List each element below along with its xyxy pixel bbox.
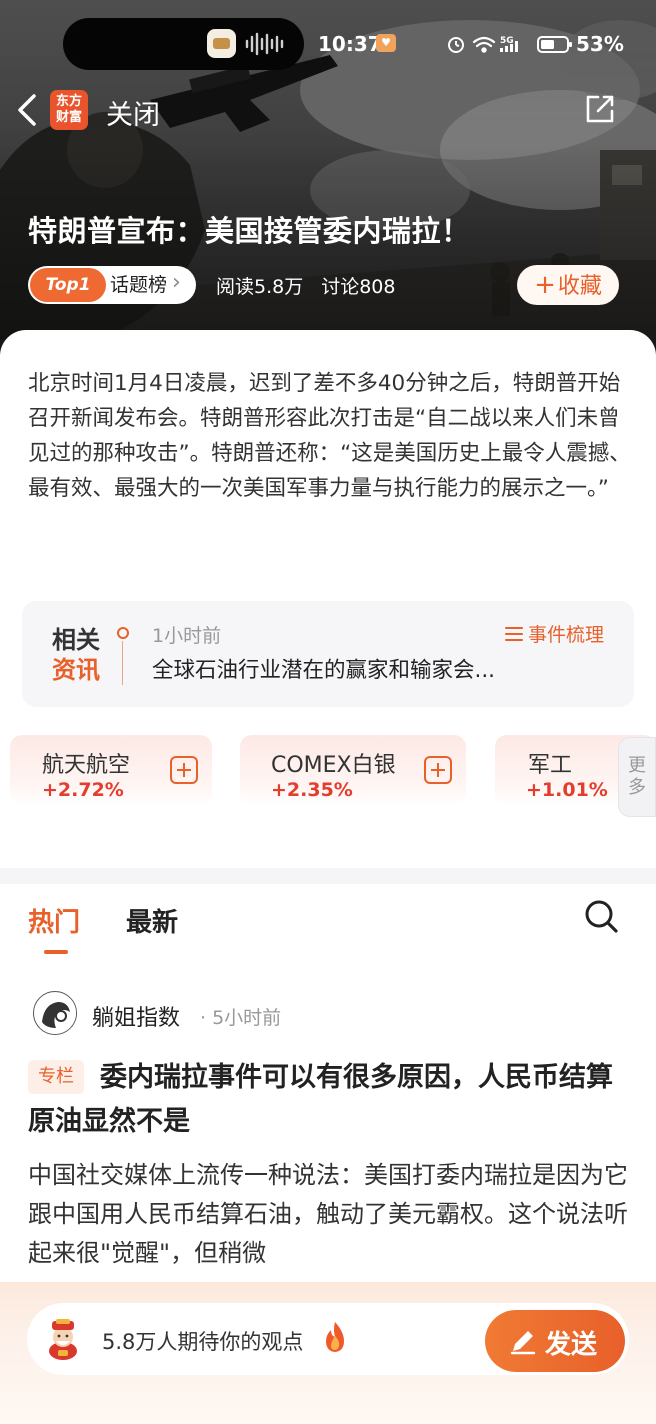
stock-change: +1.01% (526, 779, 608, 801)
fire-icon (326, 1322, 344, 1352)
tab-latest[interactable]: 最新 (126, 902, 178, 939)
rank-badge: Top1 (30, 268, 106, 302)
post-title[interactable]: 委内瑞拉事件可以有很多原因，人民币结算原油显然不是 (28, 1056, 628, 1144)
app-activity-icon (207, 29, 236, 58)
related-news-time: 1小时前 (152, 625, 222, 647)
battery-percent: 53% (576, 32, 624, 56)
comment-prompt: 5.8万人期待你的观点 (102, 1330, 304, 1354)
status-time: 10:37 (318, 32, 382, 56)
timeline-dot-icon (117, 627, 129, 639)
list-icon (505, 627, 523, 641)
alarm-icon (448, 37, 464, 53)
eastmoney-logo: 东方 财富 (50, 90, 88, 130)
stock-name: 航天航空 (42, 753, 131, 778)
topic-board-label: 话题榜 (110, 274, 168, 296)
back-arrow-icon[interactable] (12, 92, 42, 128)
logo-text-1: 东方 (55, 94, 82, 109)
timeline-line (122, 641, 123, 685)
related-tag-line2: 资讯 (52, 656, 100, 684)
add-watchlist-icon[interactable] (170, 756, 198, 784)
battery-icon (537, 36, 572, 53)
more-label-1: 更 (628, 755, 646, 776)
discussion-count: 讨论808 (321, 276, 396, 298)
avatar-image (35, 993, 76, 1034)
author-name[interactable]: 躺姐指数 (92, 1000, 180, 1032)
dynamic-island (63, 18, 304, 70)
active-tab-indicator (44, 950, 68, 954)
intro-text: 北京时间1月4日凌晨，迟到了差不多40分钟之后，特朗普开始召开新闻发布会。特朗普… (28, 371, 631, 501)
stock-change: +2.72% (42, 779, 124, 801)
wifi-icon (472, 36, 496, 53)
favorite-label: 收藏 (557, 274, 602, 299)
topic-rank-pill[interactable]: Top1 话题榜 (28, 266, 196, 304)
stock-chip[interactable]: COMEX白银 +2.35% (240, 735, 466, 805)
event-timeline-link[interactable]: 事件梳理 (504, 620, 604, 647)
topic-stats: 阅读5.8万 讨论808 (216, 272, 395, 299)
logo-text-2: 财富 (55, 110, 82, 125)
health-icon: ♥ (376, 34, 396, 52)
close-button[interactable]: 关闭 (106, 93, 160, 132)
status-icons: 5G (448, 36, 572, 53)
audio-wave-icon (245, 32, 284, 56)
search-icon[interactable] (583, 898, 619, 934)
plus-icon: + (534, 270, 556, 300)
stock-name: COMEX白银 (271, 753, 396, 778)
send-button[interactable]: 发送 (485, 1310, 625, 1372)
topic-title: 特朗普宣布：美国接管委内瑞拉！ (28, 214, 471, 248)
share-icon[interactable] (584, 93, 616, 125)
chevron-right-icon: › (172, 270, 181, 295)
post-excerpt[interactable]: 中国社交媒体上流传一种说法：美国打委内瑞拉是因为它跟中国用人民币结算石油，触动了… (28, 1156, 628, 1273)
more-stocks-button[interactable]: 更 多 (618, 737, 656, 817)
post-time: · 5小时前 (200, 1007, 282, 1029)
stock-chip[interactable]: 航天航空 +2.72% (10, 735, 212, 805)
stock-change: +2.35% (271, 779, 353, 801)
related-news-headline[interactable]: 全球石油行业潜在的赢家和输家会... (152, 653, 552, 684)
event-timeline-label: 事件梳理 (528, 624, 605, 646)
stock-name: 军工 (528, 753, 573, 778)
fortune-god-icon (49, 1319, 77, 1360)
send-label: 发送 (545, 1330, 598, 1360)
section-divider (0, 868, 656, 884)
related-news-tag: 相关 资讯 (52, 625, 104, 685)
author-avatar[interactable] (33, 991, 77, 1035)
read-count: 阅读5.8万 (216, 276, 304, 298)
more-label-2: 多 (628, 777, 646, 798)
tab-hot[interactable]: 热门 (28, 902, 80, 939)
related-tag-line1: 相关 (52, 626, 100, 654)
add-watchlist-icon[interactable] (424, 756, 452, 784)
favorite-button[interactable]: +收藏 (517, 265, 619, 305)
pencil-icon (510, 1331, 536, 1355)
